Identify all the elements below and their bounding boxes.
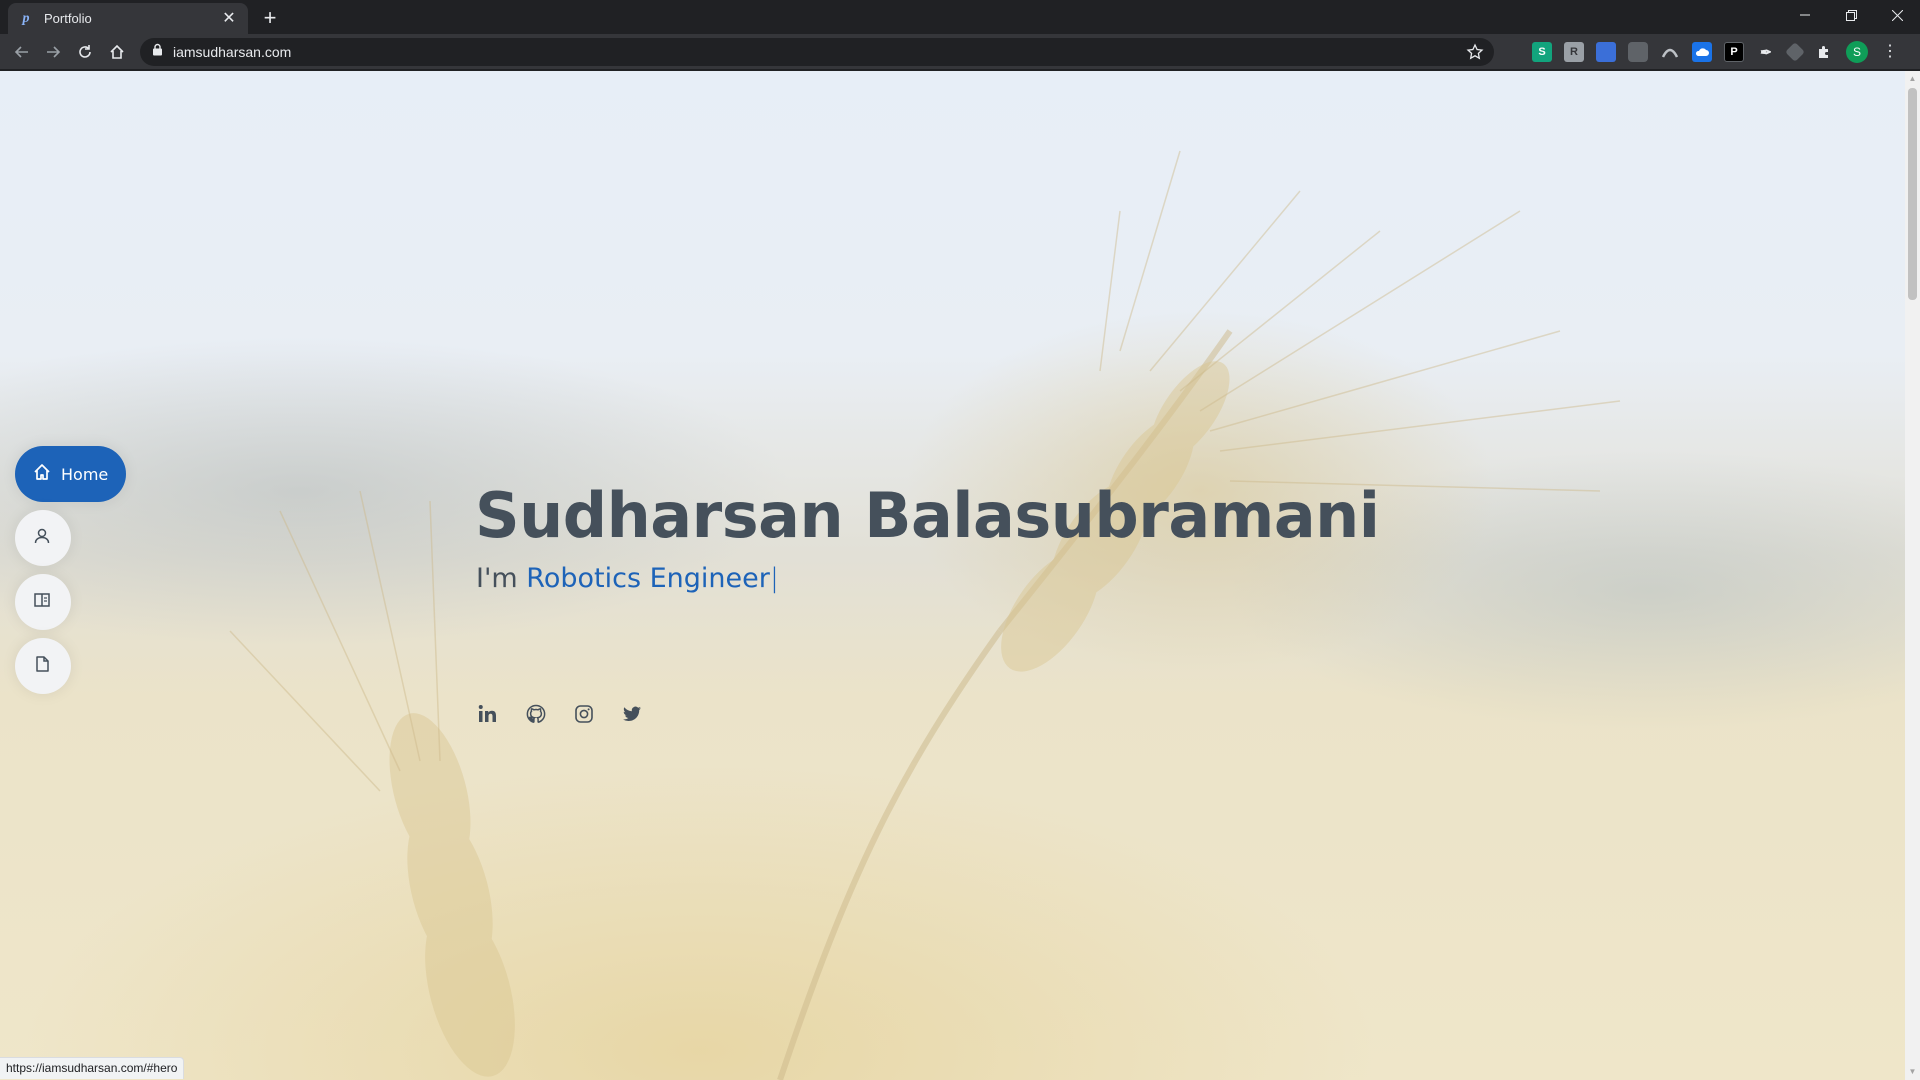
extensions-row: S R P ✒ S ⋮ — [1532, 40, 1898, 64]
menu-icon[interactable]: ⋮ — [1882, 42, 1898, 62]
url-text: iamsudharsan.com — [173, 44, 292, 60]
home-browser-icon[interactable] — [105, 40, 129, 64]
social-links — [476, 702, 668, 726]
nav-home-button[interactable]: Home — [15, 446, 126, 502]
twitter-icon[interactable] — [620, 702, 644, 726]
tab-title: Portfolio — [44, 11, 92, 26]
hero-name: Sudharsan Balasubramani — [475, 479, 1380, 552]
status-bar-url: https://iamsudharsan.com/#hero — [0, 1057, 185, 1079]
extension-icon[interactable] — [1660, 42, 1680, 62]
window-controls — [1782, 0, 1920, 30]
scroll-down-icon[interactable]: ▼ — [1908, 1067, 1917, 1077]
hero-section: Home Sudharsan Balasubramani I'm Robotic… — [0, 71, 1905, 1080]
linkedin-icon[interactable] — [476, 702, 500, 726]
lock-icon — [152, 43, 163, 61]
back-icon[interactable] — [10, 40, 34, 64]
close-tab-icon[interactable]: ✕ — [220, 10, 238, 28]
typed-role: Robotics Engineer — [526, 563, 770, 594]
extension-icon[interactable] — [1785, 42, 1805, 62]
typing-cursor: | — [769, 563, 779, 594]
minimize-icon[interactable] — [1782, 0, 1828, 30]
bookmark-star-icon[interactable] — [1466, 43, 1484, 66]
hero-subtitle: I'm Robotics Engineer| — [476, 563, 779, 594]
address-bar[interactable]: iamsudharsan.com — [140, 38, 1494, 66]
extension-icon[interactable] — [1596, 42, 1616, 62]
cloud-extension-icon[interactable] — [1692, 42, 1712, 62]
home-icon — [33, 463, 51, 486]
person-icon — [33, 527, 51, 550]
nav-about-button[interactable] — [15, 510, 71, 566]
extension-icon[interactable]: S — [1532, 42, 1552, 62]
reload-icon[interactable] — [73, 40, 97, 64]
instagram-icon[interactable] — [572, 702, 596, 726]
puzzle-icon[interactable] — [1814, 42, 1834, 62]
new-tab-icon[interactable]: + — [258, 6, 282, 30]
restore-icon[interactable] — [1828, 0, 1874, 30]
tab-favicon: p — [22, 10, 30, 26]
scrollbar-thumb[interactable] — [1908, 88, 1917, 300]
hero-prefix: I'm — [476, 563, 527, 594]
forward-icon[interactable] — [41, 40, 65, 64]
extension-icon[interactable] — [1628, 42, 1648, 62]
tab-portfolio[interactable]: p Portfolio ✕ — [8, 3, 248, 34]
nav-home-label: Home — [61, 464, 109, 484]
browser-toolbar: iamsudharsan.com S R P ✒ S ⋮ — [0, 34, 1920, 70]
file-icon — [33, 655, 51, 678]
extension-icon[interactable]: ✒ — [1756, 42, 1776, 62]
page-scrollbar[interactable]: ▲ ▼ — [1905, 71, 1920, 1080]
extension-icon[interactable]: P — [1724, 42, 1744, 62]
book-icon — [33, 591, 51, 614]
close-window-icon[interactable] — [1874, 0, 1920, 30]
scroll-up-icon[interactable]: ▲ — [1908, 74, 1917, 84]
profile-avatar[interactable]: S — [1846, 41, 1868, 63]
extension-icon[interactable]: R — [1564, 42, 1584, 62]
nav-portfolio-button[interactable] — [15, 638, 71, 694]
wheat-background-image — [229, 150, 1621, 1080]
tab-bar: p Portfolio ✕ + — [0, 0, 1920, 34]
github-icon[interactable] — [524, 702, 548, 726]
nav-resume-button[interactable] — [15, 574, 71, 630]
